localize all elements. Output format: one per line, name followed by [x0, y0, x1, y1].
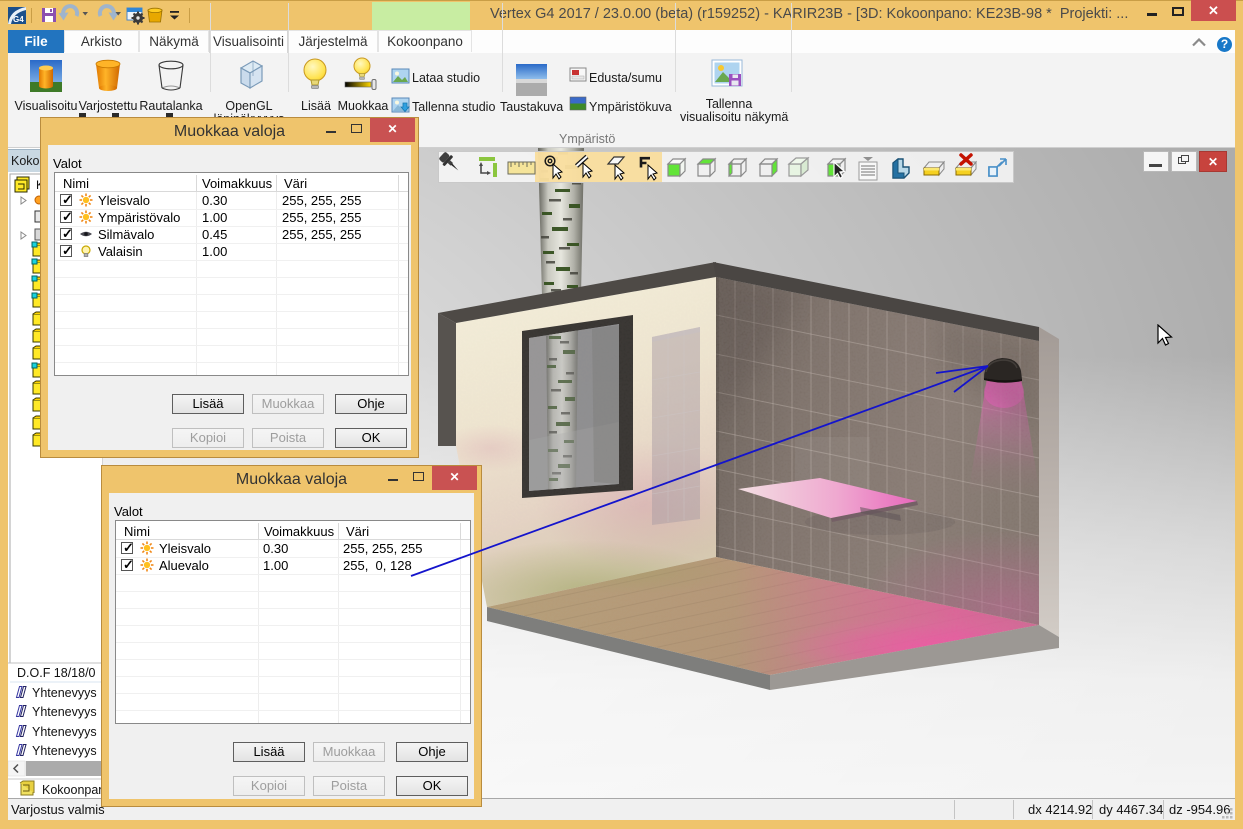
- svg-text:Yhtenevyys: Yhtenevyys: [32, 725, 97, 739]
- svg-text:Yhtenevyys: Yhtenevyys: [32, 705, 97, 719]
- svg-text:Yhtenevyys: Yhtenevyys: [32, 744, 97, 758]
- svg-text:Kokoonpano: Kokoonpano: [42, 783, 103, 797]
- svg-text:Yhtenevyys: Yhtenevyys: [32, 686, 97, 700]
- svg-text:G4: G4: [13, 15, 24, 24]
- svg-text:D.O.F 18/18/0: D.O.F 18/18/0: [17, 666, 96, 680]
